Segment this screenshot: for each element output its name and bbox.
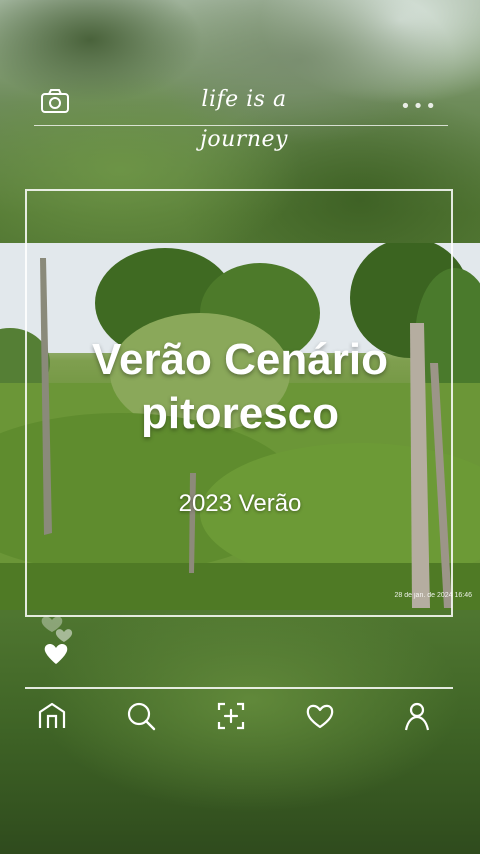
more-dots-icon[interactable]: •••	[400, 96, 438, 117]
profile-icon[interactable]	[395, 696, 439, 736]
bottom-nav	[25, 696, 453, 740]
nav-divider	[25, 687, 453, 689]
top-bar: life is a journey •••	[34, 80, 448, 152]
add-post-icon[interactable]	[209, 696, 253, 736]
home-icon[interactable]	[30, 696, 74, 736]
header-divider	[34, 125, 448, 126]
hearts-icon[interactable]	[40, 612, 80, 668]
camera-icon[interactable]	[40, 88, 72, 120]
search-icon[interactable]	[119, 696, 163, 736]
photo-timestamp: 28 de jan. de 2024 16:46	[394, 592, 472, 599]
heart-icon[interactable]	[298, 696, 342, 736]
post-subtitle: 2023 Verão	[178, 490, 302, 517]
post-title: Verão Cenário pitoresco	[92, 335, 388, 438]
brand-title: life is a journey	[200, 87, 288, 152]
